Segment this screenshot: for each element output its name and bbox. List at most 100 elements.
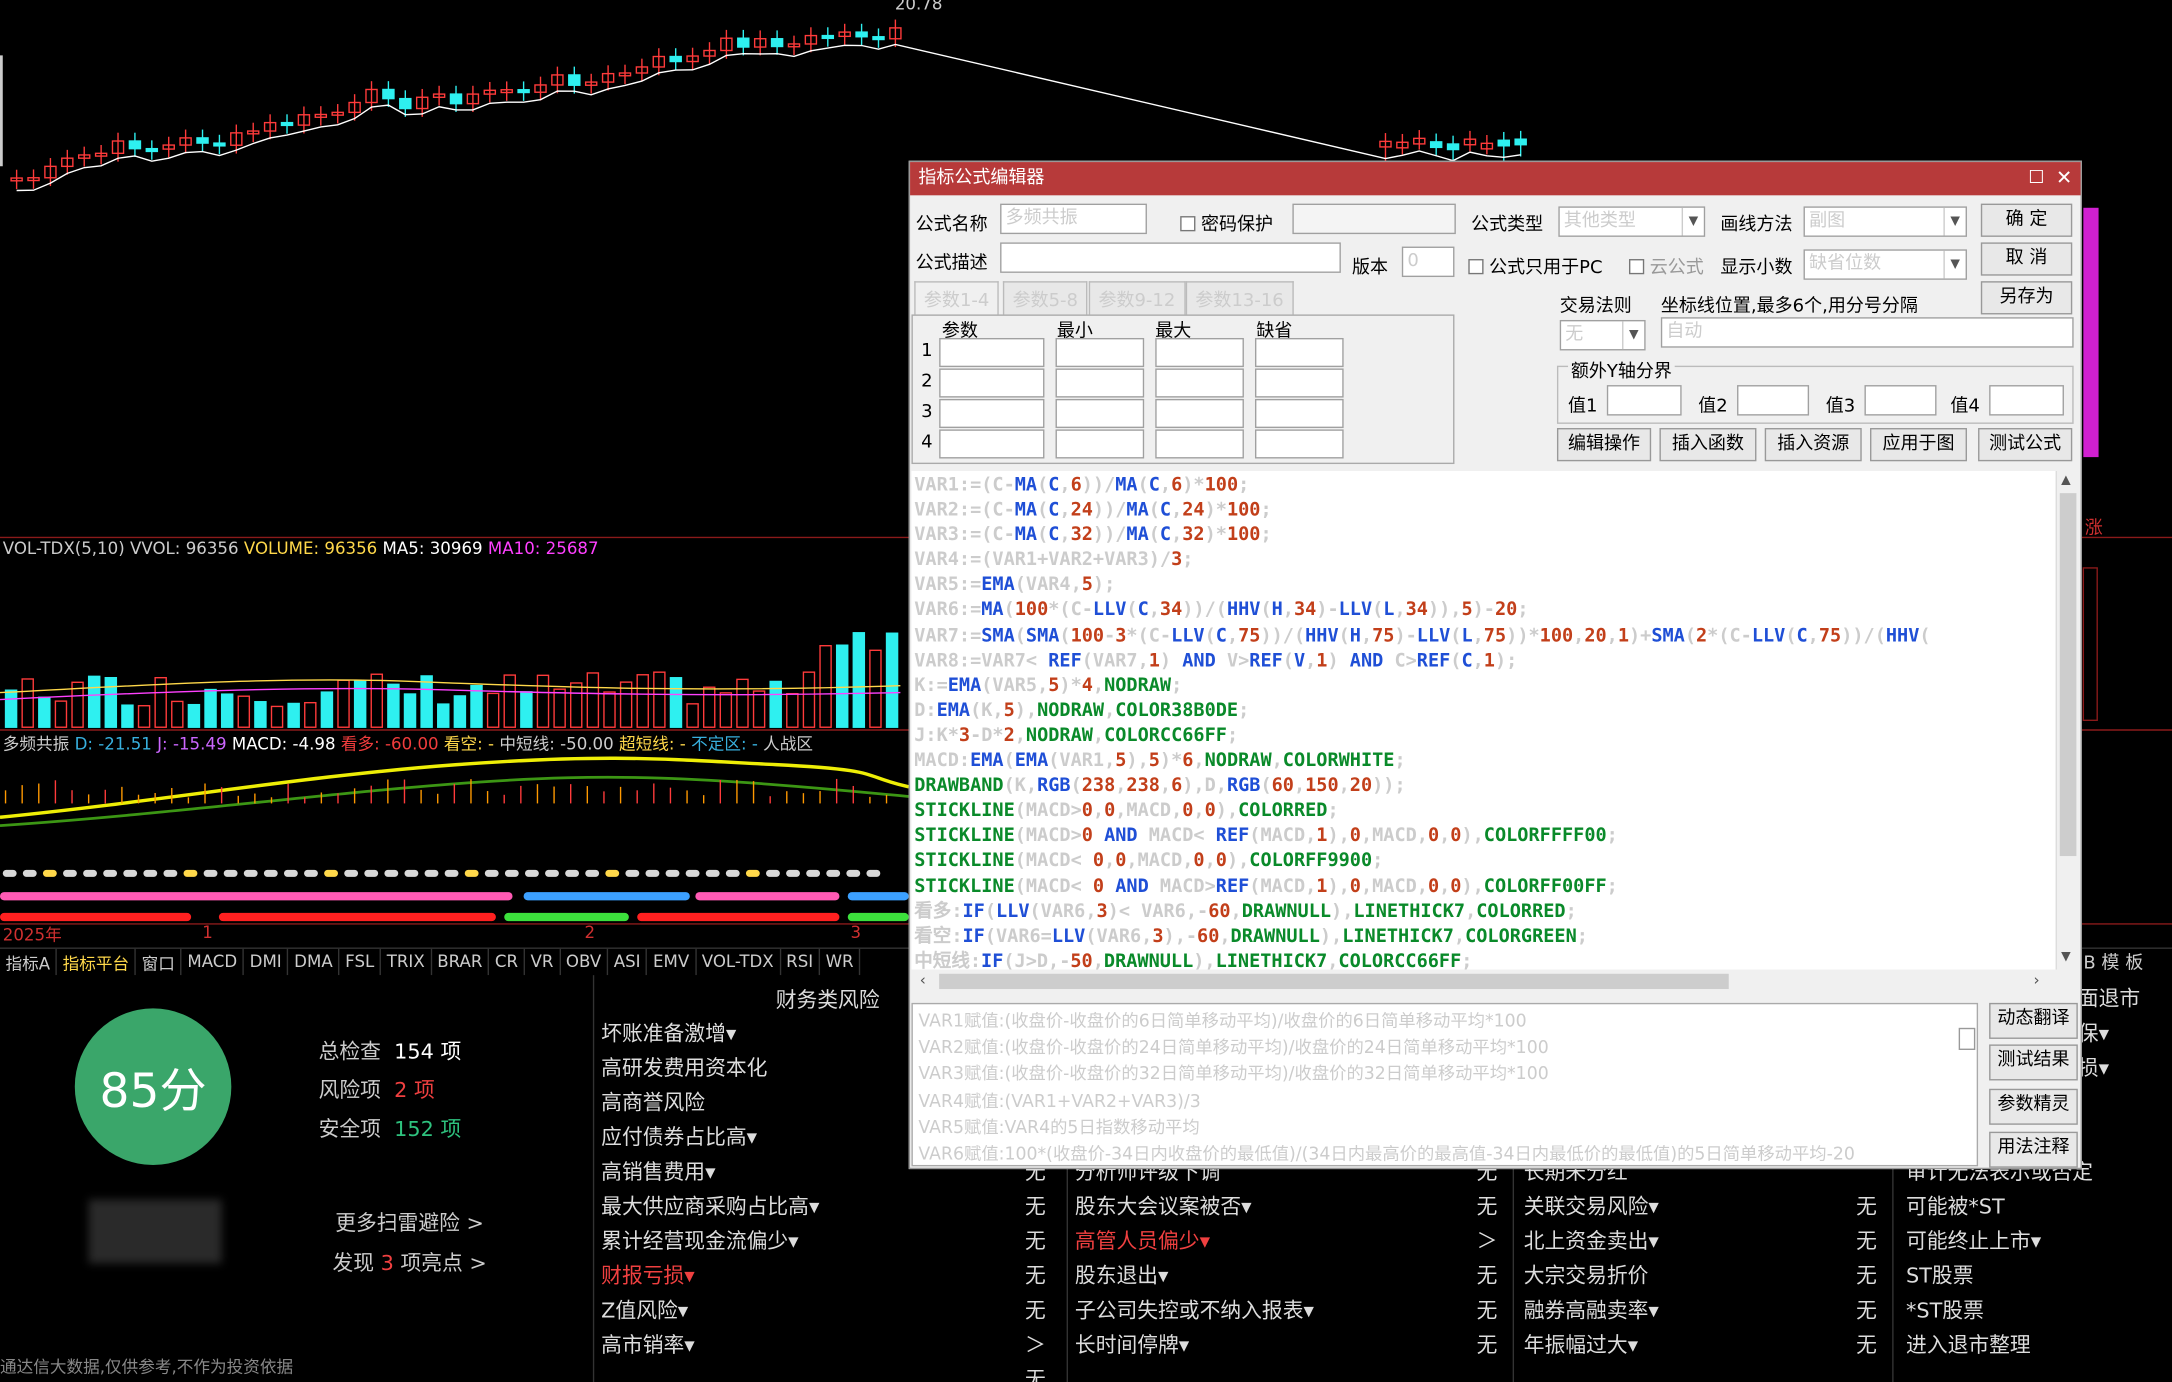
risk-item[interactable]: 累计经营现金流偏少▾: [601, 1223, 819, 1258]
risk-item[interactable]: 股东退出▾: [1075, 1258, 1314, 1293]
code-line[interactable]: K:=EMA(VAR5,5)*4,NODRAW;: [914, 674, 2053, 699]
risk-item[interactable]: 高销售费用▾: [601, 1154, 819, 1189]
tab-indicator-platform[interactable]: 指标平台: [57, 948, 137, 976]
risk-item[interactable]: 可能被*ST: [1906, 1189, 2041, 1224]
risk-item[interactable]: 子公司失控或不纳入报表▾: [1075, 1292, 1314, 1327]
dialog-titlebar[interactable]: 指标公式编辑器 ☐ ✕: [910, 162, 2081, 196]
param-cell[interactable]: [939, 337, 1045, 368]
y-value1-input[interactable]: [1606, 385, 1682, 416]
test-formula-button[interactable]: 测试公式: [1978, 428, 2073, 462]
param-cell[interactable]: [1155, 429, 1244, 459]
risk-item[interactable]: 股东大会议案被否▾: [1075, 1189, 1314, 1224]
hscroll-thumb[interactable]: [939, 973, 1729, 990]
y-value3-input[interactable]: [1864, 385, 1937, 416]
tab-dmi[interactable]: DMI: [244, 948, 289, 976]
risk-item[interactable]: 坏账准备激增▾: [601, 1015, 819, 1050]
param-cell[interactable]: [1254, 429, 1344, 459]
code-line[interactable]: VAR7:=SMA(SMA(100-3*(C-LLV(C,75))/(HHV(H…: [914, 624, 2053, 649]
tab-params-1-4[interactable]: 参数1-4: [914, 281, 1000, 315]
tab-window[interactable]: 窗口: [136, 948, 182, 976]
cancel-button[interactable]: 取 消: [1980, 242, 2073, 276]
code-line[interactable]: DRAWBAND(K,RGB(238,238,6),D,RGB(60,150,2…: [914, 774, 2053, 799]
password-input[interactable]: [1292, 203, 1456, 235]
ok-button[interactable]: 确 定: [1980, 203, 2073, 237]
usage-notes-button[interactable]: 用法注释: [1989, 1131, 2078, 1168]
risk-item[interactable]: 最大供应商采购占比高▾: [601, 1189, 819, 1224]
code-horizontal-scrollbar[interactable]: ‹ ›: [911, 969, 2080, 994]
param-cell[interactable]: [939, 429, 1045, 459]
code-vertical-scrollbar[interactable]: ▲ ▼: [2055, 470, 2080, 970]
password-protect-checkbox[interactable]: 密码保护: [1180, 209, 1273, 235]
code-line[interactable]: 中短线:IF(J>D,-50,DRAWNULL),LINETHICK7,COLO…: [914, 950, 2053, 969]
risk-item[interactable]: 面退市: [2078, 981, 2140, 1016]
code-line[interactable]: VAR5:=EMA(VAR4,5);: [914, 574, 2053, 599]
scroll-down-icon[interactable]: ▼: [2061, 950, 2071, 964]
scroll-left-icon[interactable]: ‹: [920, 971, 926, 989]
scroll-right-icon[interactable]: ›: [2033, 971, 2039, 989]
risk-value-arrow[interactable]: ＞: [1025, 1327, 1046, 1362]
risk-item[interactable]: 可能终止上市▾: [1906, 1223, 2041, 1258]
param-cell[interactable]: [1254, 337, 1344, 368]
tab-trix[interactable]: TRIX: [381, 948, 432, 976]
close-icon[interactable]: ✕: [2056, 162, 2072, 195]
risk-item[interactable]: 高研发费用资本化: [601, 1050, 819, 1085]
formula-name-input[interactable]: 多频共振: [1000, 203, 1147, 235]
trade-rule-select[interactable]: 无 ▼: [1559, 319, 1646, 351]
param-cell[interactable]: [1055, 337, 1145, 368]
code-line[interactable]: D:EMA(K,5),NODRAW,COLOR38B0DE;: [914, 699, 2053, 724]
explain-scrollbar[interactable]: [1958, 1027, 1976, 1050]
tab-vol-tdx[interactable]: VOL-TDX: [696, 948, 781, 976]
param-cell[interactable]: [1155, 398, 1244, 429]
param-cell[interactable]: [939, 398, 1045, 429]
risk-item[interactable]: 损▾: [2078, 1050, 2140, 1085]
formula-desc-input[interactable]: [1000, 242, 1341, 273]
risk-item[interactable]: 关联交易风险▾: [1524, 1189, 1659, 1224]
code-line[interactable]: VAR6:=MA(100*(C-LLV(C,34))/(HHV(H,34)-LL…: [914, 599, 2053, 624]
param-cell[interactable]: [939, 368, 1045, 398]
formula-code-editor[interactable]: VAR1:=(C-MA(C,6))/MA(C,6)*100; VAR2:=(C-M…: [911, 470, 2056, 970]
tab-params-9-12[interactable]: 参数9-12: [1088, 281, 1186, 315]
code-line[interactable]: J:K*3-D*2,NODRAW,COLORCC66FF;: [914, 724, 2053, 749]
y-value4-input[interactable]: [1989, 385, 2064, 416]
risk-item[interactable]: 长时间停牌▾: [1075, 1327, 1314, 1362]
tab-asi[interactable]: ASI: [608, 948, 648, 976]
param-cell[interactable]: [1254, 368, 1344, 398]
param-wizard-button[interactable]: 参数精灵: [1989, 1088, 2078, 1125]
tab-dma[interactable]: DMA: [289, 948, 340, 976]
param-cell[interactable]: [1155, 337, 1244, 368]
insert-resource-button[interactable]: 插入资源: [1764, 428, 1862, 462]
risk-item[interactable]: 大宗交易折价: [1524, 1258, 1659, 1293]
coord-lines-input[interactable]: 自动: [1660, 317, 2074, 348]
tab-right-mo[interactable]: 模: [2101, 953, 2119, 974]
tab-wr[interactable]: WR: [820, 948, 861, 976]
risk-value-arrow[interactable]: ＞: [1477, 1223, 1498, 1258]
cloud-formula-checkbox[interactable]: 云公式: [1628, 252, 1704, 278]
formula-type-select[interactable]: 其他类型 ▼: [1558, 206, 1706, 237]
tab-right-ban[interactable]: 板: [2125, 953, 2143, 974]
decimals-select[interactable]: 缺省位数 ▼: [1803, 249, 1967, 280]
tab-params-5-8[interactable]: 参数5-8: [1002, 281, 1088, 315]
highlights-link[interactable]: 发现 3 项亮点 >: [332, 1248, 486, 1277]
tab-indicator-a[interactable]: 指标A: [0, 948, 58, 976]
more-scan-link[interactable]: 更多扫雷避险 >: [335, 1208, 484, 1237]
code-line[interactable]: 看多:IF(LLV(VAR6,3)< VAR6,-60,DRAWNULL),LI…: [914, 900, 2053, 925]
risk-item[interactable]: ST股票: [1906, 1258, 2041, 1293]
tab-fsl[interactable]: FSL: [340, 948, 382, 976]
risk-item[interactable]: 高市销率▾: [601, 1327, 819, 1362]
risk-item[interactable]: *ST股票: [1906, 1292, 2041, 1327]
param-cell[interactable]: [1055, 368, 1145, 398]
scroll-thumb[interactable]: [2059, 493, 2077, 857]
tab-rsi[interactable]: RSI: [781, 948, 821, 976]
tab-vr[interactable]: VR: [525, 948, 561, 976]
code-line[interactable]: VAR4:=(VAR1+VAR2+VAR3)/3;: [914, 549, 2053, 574]
risk-item[interactable]: 应付债券占比高▾: [601, 1119, 819, 1154]
tab-macd[interactable]: MACD: [182, 948, 245, 976]
save-as-button[interactable]: 另存为: [1980, 281, 2073, 315]
tab-params-13-16[interactable]: 参数13-16: [1185, 281, 1294, 315]
tab-brar[interactable]: BRAR: [432, 948, 490, 976]
risk-item[interactable]: 保▾: [2078, 1015, 2140, 1050]
draw-method-select[interactable]: 副图 ▼: [1803, 206, 1967, 237]
code-line[interactable]: STICKLINE(MACD>0,0,MACD,0,0),COLORRED;: [914, 800, 2053, 825]
tab-obv[interactable]: OBV: [560, 948, 609, 976]
param-cell[interactable]: [1155, 368, 1244, 398]
